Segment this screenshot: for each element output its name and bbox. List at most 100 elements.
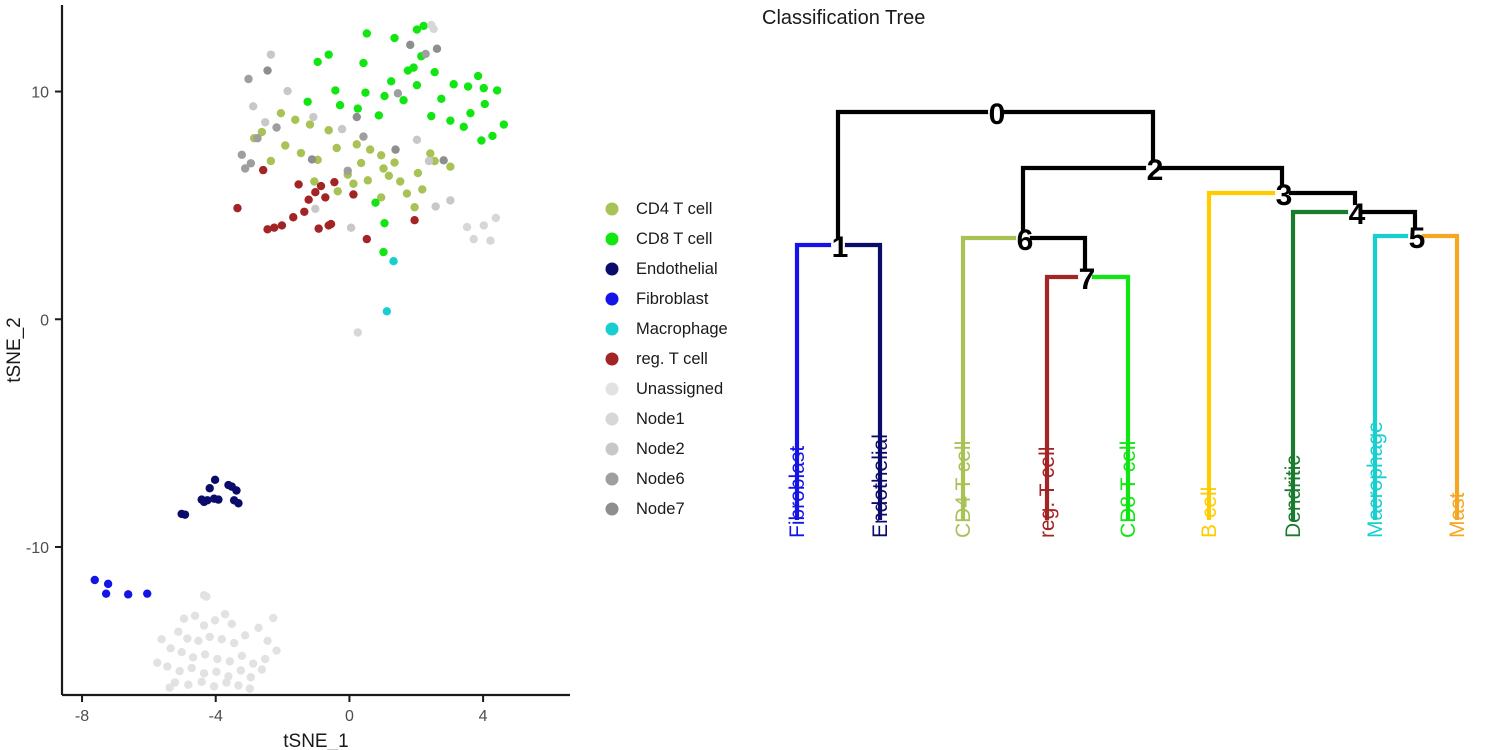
scatter-point <box>384 171 394 180</box>
scatter-point <box>332 143 341 153</box>
scatter-point <box>289 213 298 222</box>
classification-tree-panel: Classification Tree 0 1 2 3 4 5 6 7 Fibroblast E… <box>750 0 1500 750</box>
scatter-point <box>486 236 495 245</box>
scatter-point <box>324 50 333 59</box>
scatter-point <box>380 91 389 101</box>
legend-swatch-reg-t-cell <box>605 352 619 366</box>
scatter-point <box>439 156 448 165</box>
scatter-point <box>356 158 366 168</box>
scatter-point <box>311 204 320 214</box>
tree-edge <box>1415 233 1460 520</box>
scatter-point <box>188 653 198 662</box>
scatter-point <box>311 187 320 197</box>
scatter-point <box>324 126 333 135</box>
scatter-point <box>330 177 339 187</box>
scatter-point <box>391 145 400 154</box>
y-axis-title: tSNE_2 <box>4 317 25 382</box>
x-tick-label: -8 <box>75 708 89 725</box>
legend-label-cd4-t-cell: CD4 T cell <box>636 200 712 218</box>
scatter-point <box>387 77 396 86</box>
scatter-point <box>353 328 362 337</box>
tree-title: Classification Tree <box>762 7 925 29</box>
scatter-point <box>166 644 175 653</box>
tree-leaf-label-dendritic: Dendritic <box>1282 455 1305 538</box>
scatter-point <box>240 164 250 173</box>
legend-swatch-node2 <box>605 442 619 456</box>
scatter-point <box>390 33 399 43</box>
tree-leaf-label-mast: Mast <box>1446 492 1469 538</box>
scatter-point <box>184 680 193 689</box>
scatter-point <box>253 134 262 143</box>
scatter-point <box>272 646 281 655</box>
scatter-point <box>362 29 371 38</box>
tree-leaf-label-fibroblast: Fibroblast <box>786 446 809 538</box>
scatter-point <box>314 224 323 233</box>
scatter-point <box>227 619 236 629</box>
scatter-point <box>244 74 253 84</box>
scatter-point <box>424 156 434 166</box>
tree-edge <box>1020 165 1153 238</box>
legend-swatch-fibroblast <box>605 292 619 306</box>
tree-leaf-label-macrophage: Macrophage <box>1364 421 1387 538</box>
tree-branch-2 <box>1020 165 1153 238</box>
scatter-point <box>379 247 388 257</box>
scatter-point <box>177 647 186 657</box>
scatter-point <box>321 193 330 202</box>
scatter-point <box>343 166 352 175</box>
scatter-point <box>365 145 375 154</box>
tree-node-label-1: 1 <box>832 231 849 264</box>
scatter-point <box>353 104 362 113</box>
scatter-point <box>426 149 435 158</box>
scatter-point <box>291 115 300 124</box>
scatter-point <box>179 614 189 623</box>
scatter-point <box>376 151 386 160</box>
scatter-point <box>427 111 436 121</box>
tree-node-label-6: 6 <box>1017 224 1034 257</box>
scatter-point <box>210 475 220 484</box>
scatter-point <box>473 71 483 81</box>
scatter-axes: -8 -4 0 4 -10 0 10 tSNE_1 tSNE_2 <box>4 5 570 750</box>
scatter-point <box>446 196 455 205</box>
scatter-point <box>466 108 475 118</box>
y-tick-label: 0 <box>40 312 49 329</box>
scatter-point <box>246 673 256 682</box>
scatter-point <box>174 627 183 636</box>
scatter-point <box>361 88 370 97</box>
scatter-point <box>307 155 317 164</box>
scatter-point <box>209 682 219 691</box>
scatter-point <box>248 102 258 111</box>
tree-node-label-3: 3 <box>1276 179 1293 212</box>
scatter-point <box>199 669 209 678</box>
scatter-point <box>446 116 455 125</box>
scatter-point <box>371 198 380 207</box>
tree-edge <box>1206 190 1282 520</box>
scatter-point <box>419 21 428 31</box>
scatter-point <box>258 165 268 175</box>
tree-leaf-label-endothelial: Endothelial <box>869 434 892 538</box>
scatter-point <box>406 40 415 50</box>
scatter-point <box>488 131 497 141</box>
scatter-point <box>183 634 192 643</box>
scatter-point <box>337 124 347 134</box>
scatter-point <box>463 82 473 91</box>
scatter-point <box>199 497 209 507</box>
scatter-point <box>335 101 345 110</box>
tree-leaf-label-reg-t-cell: reg. T cell <box>1036 447 1059 538</box>
scatter-series-macrophage <box>382 256 398 316</box>
scatter-point <box>316 181 326 191</box>
scatter-point <box>266 50 276 59</box>
x-axis-title: tSNE_1 <box>283 731 348 750</box>
x-tick-label: -4 <box>209 708 223 725</box>
scatter-point <box>245 684 255 693</box>
scatter-point <box>281 141 290 150</box>
scatter-point <box>254 623 263 633</box>
scatter-series-node1 <box>353 20 501 337</box>
scatter-point <box>491 213 501 223</box>
scatter-point <box>305 120 315 129</box>
scatter-point <box>296 148 306 158</box>
scatter-point <box>222 678 231 687</box>
legend-label-node6: Node6 <box>636 470 685 488</box>
scatter-point <box>430 67 439 77</box>
scatter-point <box>432 44 442 53</box>
legend-label-cd8-t-cell: CD8 T cell <box>636 230 712 248</box>
